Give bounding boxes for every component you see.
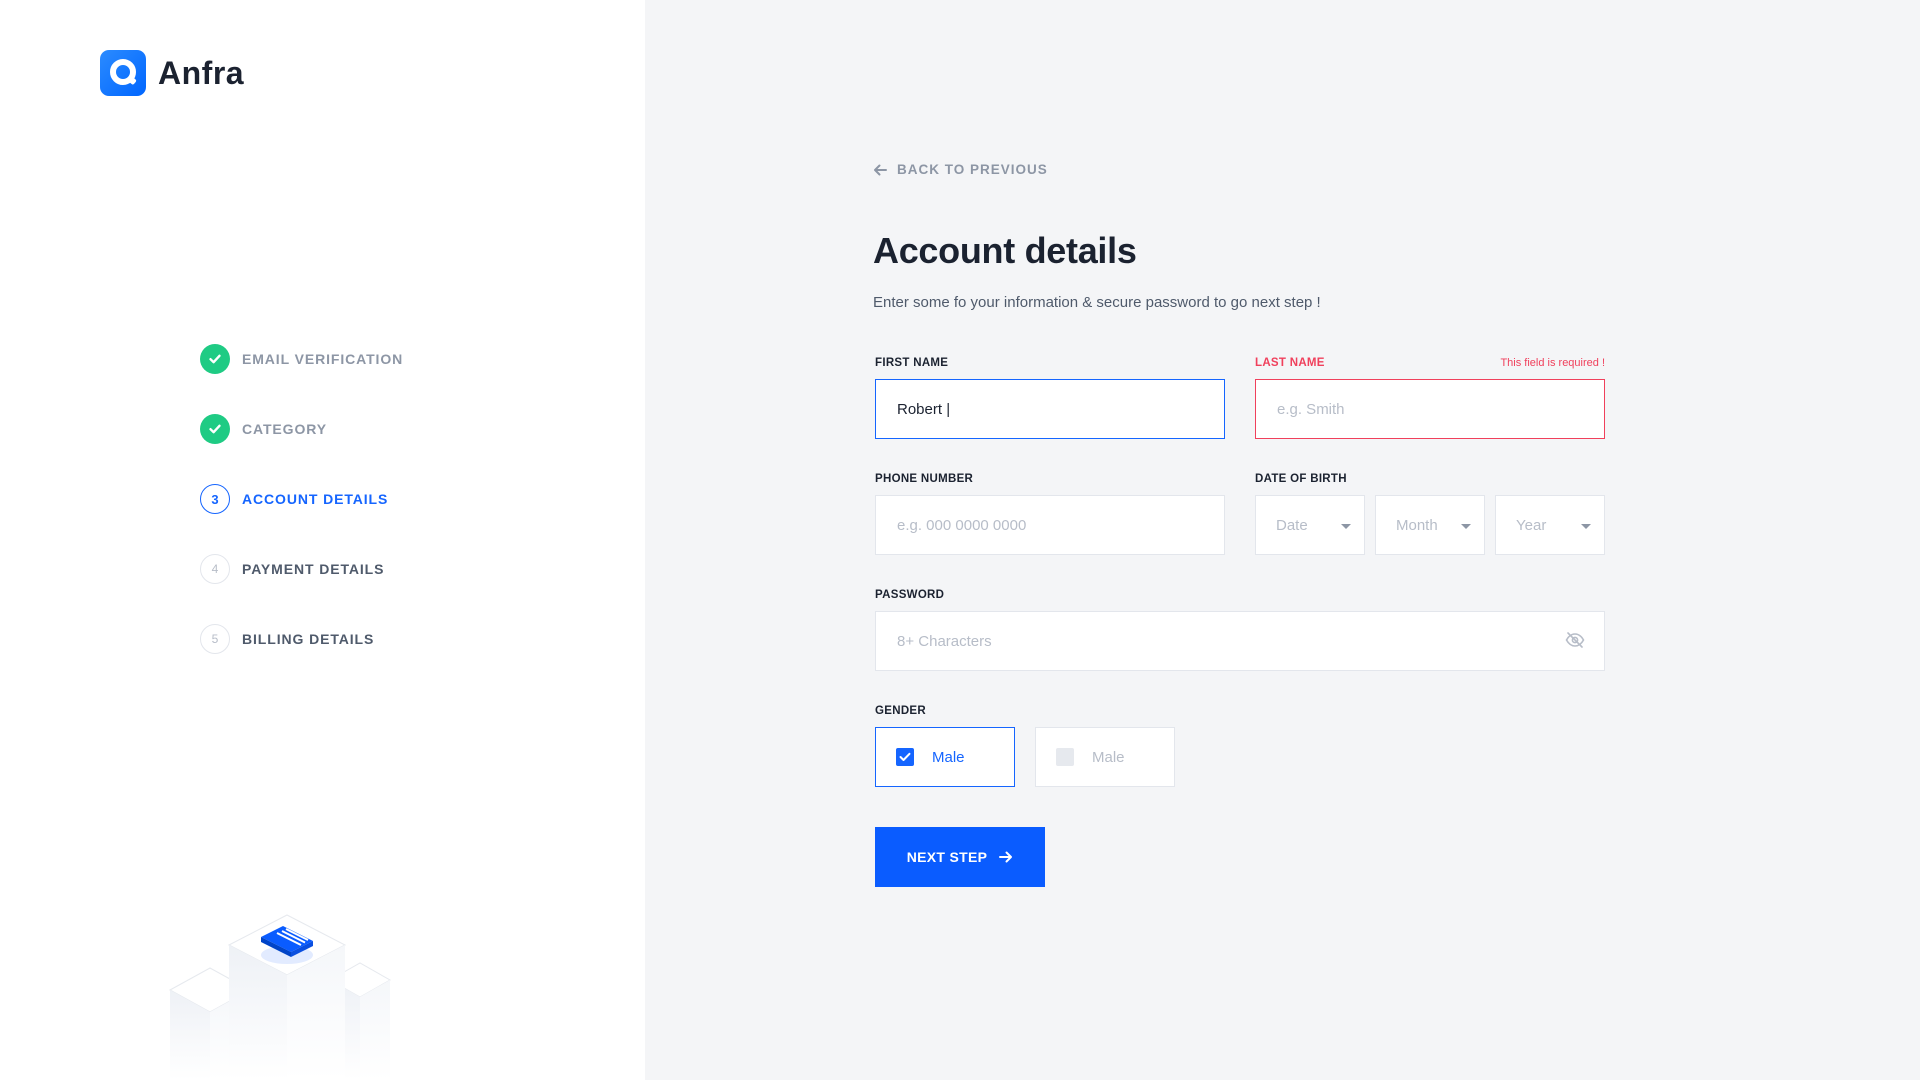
step-account-details[interactable]: 3 ACCOUNT DETAILS	[200, 484, 403, 514]
step-email-verification[interactable]: EMAIL VERIFICATION	[200, 344, 403, 374]
step-label: BILLING DETAILS	[242, 631, 375, 647]
chevron-down-icon	[1461, 524, 1471, 529]
phone-label: PHONE NUMBER	[875, 473, 974, 485]
back-link[interactable]: BACK TO PREVIOUS	[873, 162, 1048, 177]
step-label: ACCOUNT DETAILS	[242, 491, 389, 507]
step-category[interactable]: CATEGORY	[200, 414, 403, 444]
step-label: PAYMENT DETAILS	[242, 561, 385, 577]
phone-input[interactable]	[875, 495, 1225, 555]
step-payment-details[interactable]: 4 PAYMENT DETAILS	[200, 554, 403, 584]
gender-option-1-label: Male	[932, 748, 965, 766]
dob-label: DATE OF BIRTH	[1255, 473, 1347, 485]
last-name-input[interactable]	[1255, 379, 1605, 439]
eye-off-icon[interactable]	[1565, 631, 1585, 649]
dob-month-select[interactable]: Month	[1375, 495, 1485, 555]
checkbox-unchecked-icon	[1056, 748, 1074, 766]
first-name-value: Robert |	[897, 400, 951, 418]
next-step-label: NEXT STEP	[906, 849, 988, 865]
logo-icon	[100, 50, 146, 96]
page-subtitle: Enter some fo your information & secure …	[873, 294, 1321, 311]
step-label: CATEGORY	[242, 421, 327, 437]
back-label: BACK TO PREVIOUS	[897, 162, 1048, 177]
arrow-left-icon	[874, 164, 887, 175]
chevron-down-icon	[1341, 524, 1351, 529]
first-name-input[interactable]: Robert |	[875, 379, 1225, 439]
step-label: EMAIL VERIFICATION	[242, 351, 404, 367]
step-number: 5	[200, 624, 230, 654]
gender-option-2-label: Male	[1092, 748, 1125, 766]
check-icon	[200, 414, 230, 444]
password-label: PASSWORD	[875, 589, 945, 601]
arrow-right-icon	[999, 851, 1013, 863]
step-number: 3	[200, 484, 230, 514]
dob-year-value: Year	[1516, 516, 1547, 534]
page-title: Account details	[873, 230, 1137, 271]
gender-option-1[interactable]: Male	[875, 727, 1015, 787]
gender-option-2[interactable]: Male	[1035, 727, 1175, 787]
isometric-illustration	[168, 914, 392, 1080]
check-icon	[200, 344, 230, 374]
last-name-label: LAST NAME	[1255, 357, 1325, 369]
brand-logo[interactable]: Anfra	[100, 50, 244, 96]
brand-name: Anfra	[158, 54, 245, 91]
step-list: EMAIL VERIFICATION CATEGORY 3 ACCOUNT DE…	[200, 344, 403, 694]
step-number: 4	[200, 554, 230, 584]
first-name-label: FIRST NAME	[875, 357, 949, 369]
next-step-button[interactable]: NEXT STEP	[875, 827, 1045, 887]
last-name-error: This field is required !	[1500, 357, 1605, 369]
gender-label: GENDER	[875, 705, 927, 717]
chevron-down-icon	[1581, 524, 1591, 529]
dob-year-select[interactable]: Year	[1495, 495, 1605, 555]
step-billing-details[interactable]: 5 BILLING DETAILS	[200, 624, 403, 654]
checkbox-checked-icon	[896, 748, 914, 766]
dob-month-value: Month	[1396, 516, 1438, 534]
sidebar-panel: Anfra EMAIL VERIFICATION CATEGORY 3 ACCO…	[0, 0, 645, 1080]
password-input[interactable]	[875, 611, 1605, 671]
dob-date-value: Date	[1276, 516, 1308, 534]
dob-date-select[interactable]: Date	[1255, 495, 1365, 555]
